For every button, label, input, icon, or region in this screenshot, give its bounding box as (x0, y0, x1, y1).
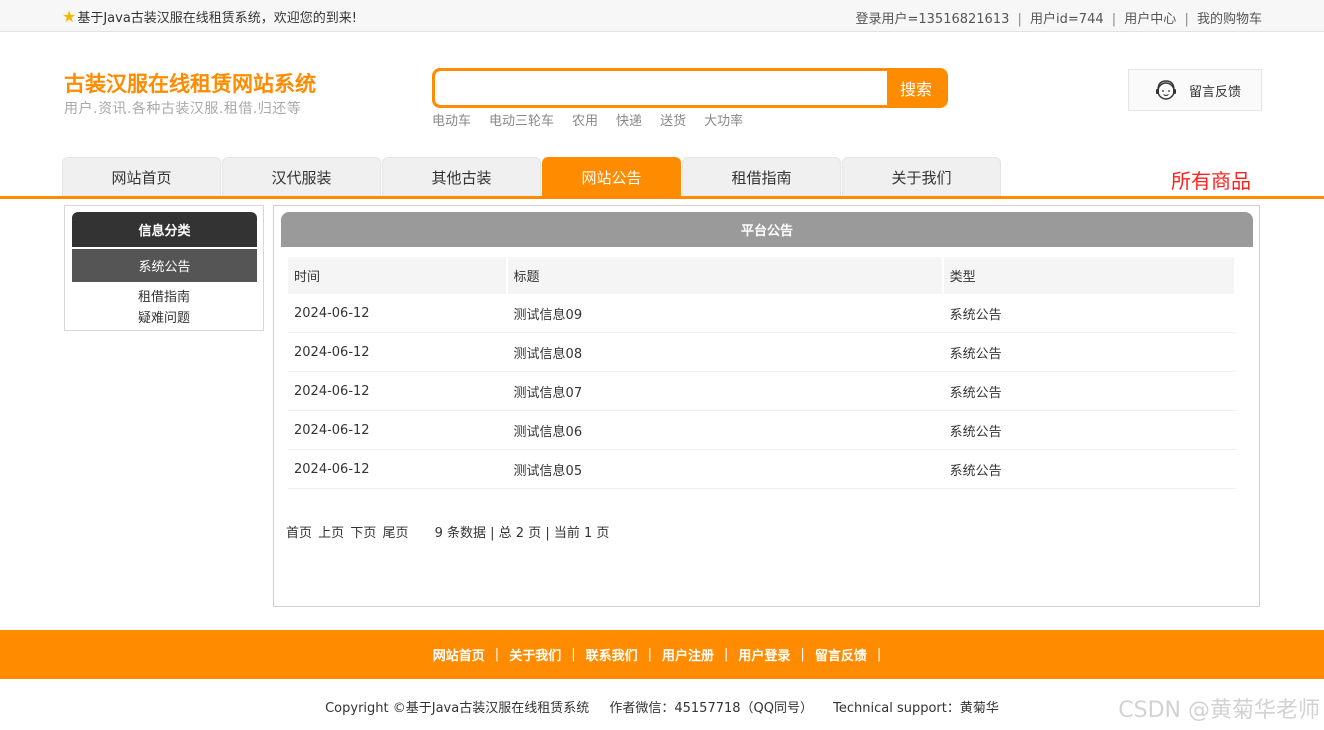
cell-title[interactable]: 测试信息05 (508, 460, 942, 479)
tab-announcements[interactable]: 网站公告 (542, 157, 681, 197)
footer-separator: | (724, 647, 729, 662)
site-title[interactable]: 古装汉服在线租赁网站系统 (64, 68, 316, 98)
cell-title[interactable]: 测试信息06 (508, 421, 942, 440)
announcement-table: 时间 标题 类型 2024-06-12 测试信息09 系统公告 2024-06-12 测… (288, 257, 1236, 489)
sidebar-title: 信息分类 (72, 212, 257, 247)
footer-link[interactable]: 关于我们 (509, 645, 561, 664)
pagination: 首页 上页 下页 尾页 9 条数据 | 总 2 页 | 当前 1 页 (286, 522, 609, 541)
sidebar-item-faq[interactable]: 疑难问题 (65, 307, 263, 326)
cell-time: 2024-06-12 (294, 344, 370, 360)
cell-time: 2024-06-12 (294, 305, 370, 321)
hot-word-link[interactable]: 电动车 (432, 110, 471, 129)
prev-page-link[interactable]: 上页 (318, 526, 344, 541)
panel-title: 平台公告 (281, 212, 1253, 247)
cart-link[interactable]: 我的购物车 (1197, 12, 1262, 27)
sidebar-item-announcements[interactable]: 系统公告 (72, 249, 257, 282)
user-center-link[interactable]: 用户中心 (1124, 12, 1176, 27)
star-icon: ★ (62, 6, 77, 26)
first-page-link[interactable]: 首页 (286, 526, 312, 541)
pagination-info: 9 条数据 | 总 2 页 | 当前 1 页 (434, 526, 610, 541)
author-contact: 作者微信：45157718（QQ同号） (609, 701, 813, 716)
tab-han-costume[interactable]: 汉代服装 (222, 157, 381, 197)
cell-title[interactable]: 测试信息08 (508, 343, 942, 362)
footer-link[interactable]: 网站首页 (433, 645, 485, 664)
sidebar-item-rental-guide[interactable]: 租借指南 (65, 286, 263, 305)
copyright-text: Copyright ©基于Java古装汉服在线租赁系统 (325, 701, 590, 716)
info-category-sidebar: 信息分类 系统公告 租借指南 疑难问题 (64, 205, 264, 331)
table-header: 时间 标题 类型 (288, 257, 1236, 294)
cell-title[interactable]: 测试信息07 (508, 382, 942, 401)
search-box: 搜索 (432, 68, 948, 108)
column-header-time: 时间 (288, 257, 506, 294)
cell-type: 系统公告 (949, 424, 1002, 440)
feedback-label: 留言反馈 (1189, 84, 1242, 100)
all-goods-link[interactable]: 所有商品 (1171, 165, 1251, 194)
csdn-watermark: CSDN @黄菊华老师 (1118, 698, 1320, 723)
table-row: 2024-06-12 测试信息09 系统公告 (288, 294, 1236, 333)
tab-about-us[interactable]: 关于我们 (842, 157, 1001, 197)
welcome-text: 基于Java古装汉服在线租赁系统，欢迎您的到来! (77, 11, 358, 26)
tech-support: Technical support：黄菊华 (833, 701, 999, 716)
tab-home[interactable]: 网站首页 (62, 157, 221, 197)
table-row: 2024-06-12 测试信息06 系统公告 (288, 411, 1236, 450)
hot-word-link[interactable]: 送货 (660, 110, 686, 129)
footer-separator: | (800, 647, 805, 662)
last-page-link[interactable]: 尾页 (382, 526, 408, 541)
footer-separator: | (494, 647, 500, 662)
announcement-panel: 平台公告 时间 标题 类型 2024-06-12 测试信息09 系统公告 2024-0… (273, 205, 1260, 607)
table-body: 2024-06-12 测试信息09 系统公告 2024-06-12 测试信息08 系统公告… (288, 294, 1236, 489)
cell-time: 2024-06-12 (294, 383, 370, 399)
nav-underline (0, 196, 1324, 199)
hot-word-link[interactable]: 农用 (572, 110, 598, 129)
cell-type: 系统公告 (949, 346, 1002, 362)
column-header-title: 标题 (507, 257, 942, 294)
footer-link[interactable]: 用户注册 (662, 645, 714, 664)
site-subtitle: 用户.资讯.各种古装汉服.租借.归还等 (64, 101, 302, 117)
login-user-text: 登录用户=13516821613 (855, 12, 1010, 27)
hot-word-link[interactable]: 快递 (616, 110, 642, 129)
user-id-text: 用户id=744 (1030, 12, 1104, 27)
welcome-message: ★ 基于Java古装汉服在线租赁系统，欢迎您的到来! (62, 7, 357, 26)
hot-words: 电动车 电动三轮车 农用 快递 送货 大功率 (432, 110, 743, 129)
footer-separator: | (647, 647, 652, 662)
hot-word-link[interactable]: 电动三轮车 (489, 110, 554, 129)
cell-title[interactable]: 测试信息09 (508, 304, 942, 323)
cell-type: 系统公告 (949, 385, 1002, 401)
cell-time: 2024-06-12 (294, 422, 370, 438)
column-header-type: 类型 (943, 257, 1235, 294)
cell-type: 系统公告 (949, 463, 1002, 479)
user-links: 登录用户=13516821613 | 用户id=744 | 用户中心 | 我的购… (855, 12, 1263, 27)
footer-link[interactable]: 留言反馈 (815, 645, 867, 664)
footer-links: 网站首页 | 关于我们 | 联系我们 | 用户注册 | 用户登录 | 留言反馈 | (0, 630, 1324, 679)
table-row: 2024-06-12 测试信息05 系统公告 (288, 450, 1236, 489)
cell-time: 2024-06-12 (294, 461, 370, 477)
next-page-link[interactable]: 下页 (350, 526, 376, 541)
top-bar: ★ 基于Java古装汉服在线租赁系统，欢迎您的到来! 登录用户=13516821… (0, 0, 1324, 32)
footer-separator: | (571, 647, 576, 662)
footer-link[interactable]: 联系我们 (586, 645, 638, 664)
search-button[interactable]: 搜索 (887, 71, 945, 105)
table-row: 2024-06-12 测试信息07 系统公告 (288, 372, 1236, 411)
footer-link[interactable]: 用户登录 (738, 645, 790, 664)
search-input[interactable] (435, 71, 887, 105)
footer-separator: | (876, 647, 882, 662)
table-row: 2024-06-12 测试信息08 系统公告 (288, 333, 1236, 372)
tab-rental-guide[interactable]: 租借指南 (682, 157, 841, 197)
main-nav: 网站首页 汉代服装 其他古装 网站公告 租借指南 关于我们 (62, 157, 1002, 197)
tab-other-costume[interactable]: 其他古装 (382, 157, 541, 197)
cell-type: 系统公告 (949, 307, 1002, 323)
feedback-button[interactable]: 留言反馈 (1128, 69, 1262, 111)
customer-service-icon (1156, 80, 1176, 100)
hot-word-link[interactable]: 大功率 (704, 110, 743, 129)
